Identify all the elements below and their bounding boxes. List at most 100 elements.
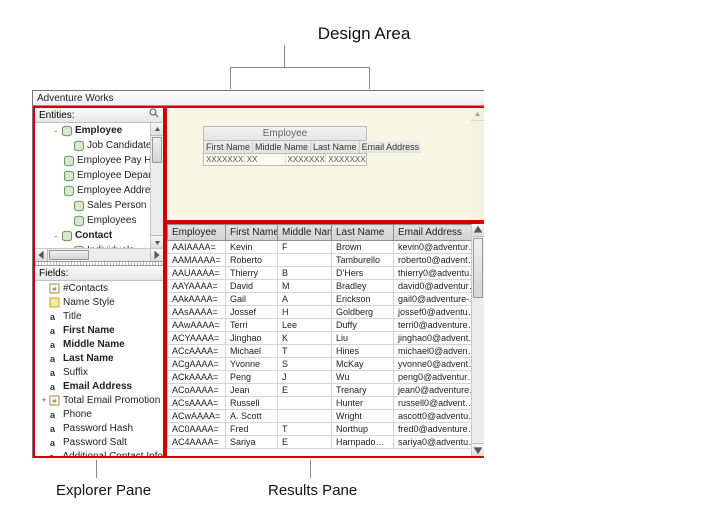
table-cell: roberto0@adventure-works.com (394, 254, 484, 267)
table-row[interactable]: AC0AAAA=FredTNorthupfred0@adventure-work… (168, 423, 484, 436)
fields-header: Fields: (35, 266, 163, 281)
entity-tree-item[interactable]: Job Candidates (37, 138, 163, 153)
results-column-header[interactable]: Last Name (332, 225, 394, 241)
field-list-item[interactable]: aFirst Name (35, 323, 163, 337)
table-row[interactable]: AAYAAAA=DavidMBradleydavid0@adventure-wo… (168, 280, 484, 293)
field-list-item[interactable]: aAdditional Contact Info (35, 449, 163, 456)
field-list-item[interactable]: +#Total Email Promotion (35, 393, 163, 407)
scroll-thumb[interactable] (49, 250, 89, 260)
design-entity[interactable]: Employee First NameMiddle NameLast NameE… (203, 126, 367, 166)
entity-icon (63, 185, 75, 197)
table-row[interactable]: AC4AAAA=SariyaEHarnpadoungsa...sariya0@a… (168, 436, 484, 449)
explorer-pane-label: Explorer Pane (56, 482, 151, 499)
design-area-pane[interactable]: Employee First NameMiddle NameLast NameE… (165, 106, 484, 222)
entity-label: Employee (75, 125, 122, 136)
table-row[interactable]: AAkAAAA=GailAEricksongail0@adventure-wor… (168, 293, 484, 306)
results-column-header[interactable]: Middle Name (278, 225, 332, 241)
svg-text:a: a (50, 354, 56, 364)
scroll-up-icon[interactable] (151, 123, 163, 136)
field-label: Email Address (63, 381, 132, 392)
entities-scrollbar[interactable] (150, 123, 163, 248)
table-row[interactable]: AAMAAAA=RobertoTamburelloroberto0@advent… (168, 254, 484, 267)
table-cell: Liu (332, 332, 394, 345)
scroll-up-icon[interactable] (471, 108, 484, 121)
field-list-item[interactable]: ##Contacts (35, 281, 163, 295)
table-row[interactable]: AAIAAAA=KevinFBrownkevin0@adventure-work… (168, 241, 484, 254)
svg-text:#: # (53, 398, 57, 405)
table-row[interactable]: ACYAAAA=JinghaoKLiujinghao0@adventure-wo… (168, 332, 484, 345)
design-column-header[interactable]: First Name (204, 141, 253, 153)
table-cell: Hunter (332, 397, 394, 410)
table-row[interactable]: AAwAAAA=TerriLeeDuffyterri0@adventure-wo… (168, 319, 484, 332)
table-row[interactable]: ACsAAAA=RussellHunterrussell0@adventure-… (168, 397, 484, 410)
table-row[interactable]: ACcAAAA=MichaelTHinesmichael0@adventure-… (168, 345, 484, 358)
scroll-thumb[interactable] (152, 137, 162, 163)
field-list-item[interactable]: aEmail Address (35, 379, 163, 393)
results-column-header[interactable]: First Name (226, 225, 278, 241)
design-scrollbar[interactable] (471, 108, 484, 220)
entity-tree-item[interactable]: - Employee (37, 123, 163, 138)
field-label: Suffix (63, 367, 88, 378)
field-type-icon: a (49, 353, 60, 364)
table-cell: AAYAAAA= (168, 280, 226, 293)
entity-icon (73, 200, 85, 212)
scroll-down-icon[interactable] (151, 235, 163, 248)
table-row[interactable]: ACoAAAA=JeanETrenaryjean0@adventure-work… (168, 384, 484, 397)
expand-icon[interactable]: - (51, 126, 61, 136)
scroll-thumb[interactable] (473, 238, 483, 298)
design-column-header[interactable]: Email Address (360, 141, 422, 153)
field-list-item[interactable]: aMiddle Name (35, 337, 163, 351)
entity-icon (73, 215, 85, 227)
table-row[interactable]: AAUAAAA=ThierryBD'Hersthierry0@adventure… (168, 267, 484, 280)
table-cell: Lee (278, 319, 332, 332)
entity-tree-item[interactable]: Employee Department Histories (37, 168, 163, 183)
table-cell: Yvonne (226, 358, 278, 371)
entities-tree: - Employee Job CandidatesEmployee Pay Hist… (35, 123, 163, 248)
table-cell: Harnpadoungsa... (332, 436, 394, 449)
design-column-header[interactable]: Last Name (311, 141, 360, 153)
table-cell: sariya0@adventure-works.com (394, 436, 484, 449)
results-scrollbar[interactable] (471, 224, 484, 456)
entity-tree-item[interactable]: Employees (37, 213, 163, 228)
table-row[interactable]: ACgAAAA=YvonneSMcKayyvonne0@adventure-wo… (168, 358, 484, 371)
entities-hscrollbar[interactable] (35, 248, 163, 261)
svg-text:a: a (50, 312, 56, 322)
table-cell: michael0@adventure-works.com (394, 345, 484, 358)
results-table: EmployeeFirst NameMiddle NameLast NameEm… (167, 224, 484, 449)
entity-tree-item[interactable]: Employee Pay Histories (37, 153, 163, 168)
table-row[interactable]: ACkAAAA=PengJWupeng0@adventure-works.com (168, 371, 484, 384)
field-list-item[interactable]: aPassword Salt (35, 435, 163, 449)
field-list-item[interactable]: aLast Name (35, 351, 163, 365)
design-column-header[interactable]: Middle Name (253, 141, 311, 153)
search-icon[interactable] (149, 108, 159, 123)
field-list-item[interactable]: aPhone (35, 407, 163, 421)
table-cell: B (278, 267, 332, 280)
table-cell: AAMAAAA= (168, 254, 226, 267)
table-row[interactable]: ACwAAAA=A. ScottWrightascott0@adventure-… (168, 410, 484, 423)
breadcrumb[interactable]: Adventure Works (33, 91, 484, 106)
entity-tree-item[interactable]: - Contact (37, 228, 163, 243)
field-type-icon: a (49, 409, 60, 420)
expand-icon[interactable]: + (39, 395, 49, 405)
table-cell: Goldberg (332, 306, 394, 319)
field-list-item[interactable]: Name Style (35, 295, 163, 309)
scroll-left-icon[interactable] (35, 249, 48, 261)
field-type-icon: a (48, 451, 59, 457)
table-cell: Sariya (226, 436, 278, 449)
scroll-up-icon[interactable] (472, 224, 484, 237)
results-column-header[interactable]: Email Address (394, 225, 484, 241)
scroll-right-icon[interactable] (150, 249, 163, 261)
field-list-item[interactable]: aPassword Hash (35, 421, 163, 435)
expand-icon[interactable]: - (51, 231, 61, 241)
entity-tree-item[interactable]: Sales Person (37, 198, 163, 213)
entity-tree-item[interactable]: Employee Addresses (37, 183, 163, 198)
results-column-header[interactable]: Employee (168, 225, 226, 241)
table-cell: M (278, 280, 332, 293)
table-row[interactable]: AAsAAAA=JossefHGoldbergjossef0@adventure… (168, 306, 484, 319)
table-cell: Jean (226, 384, 278, 397)
field-list-item[interactable]: aSuffix (35, 365, 163, 379)
field-list-item[interactable]: aTitle (35, 309, 163, 323)
entity-label: Contact (75, 230, 112, 241)
scroll-down-icon[interactable] (472, 443, 484, 456)
table-cell: J (278, 371, 332, 384)
